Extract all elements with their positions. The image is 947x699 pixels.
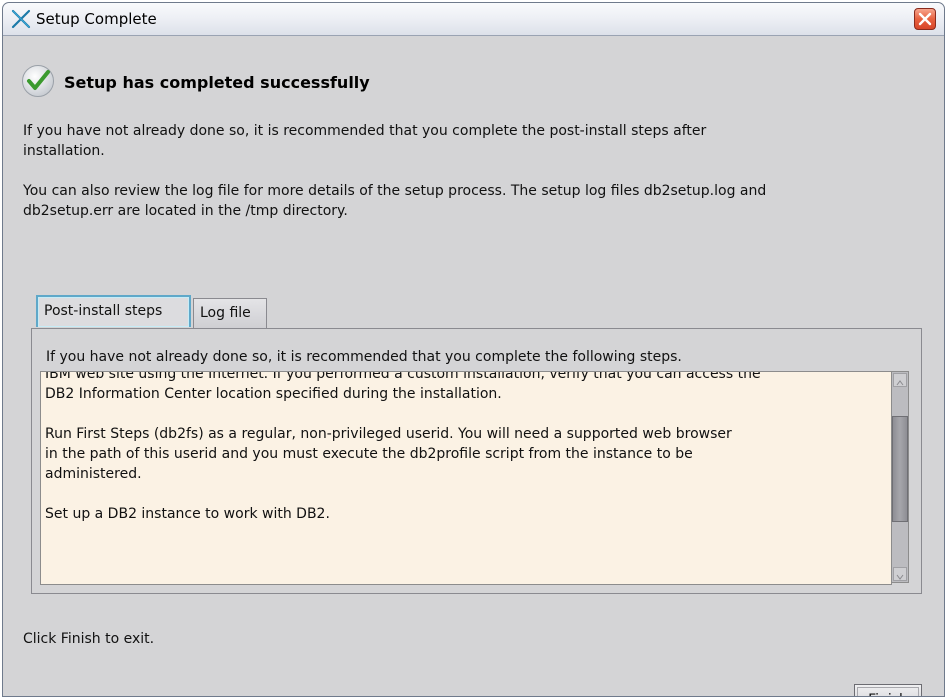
scroll-down-button[interactable] bbox=[893, 567, 907, 581]
intro-line-4: db2setup.err are located in the /tmp dir… bbox=[23, 203, 348, 219]
tab-log-file[interactable]: Log file bbox=[193, 298, 267, 328]
intro-line-2: installation. bbox=[23, 143, 105, 159]
window-title: Setup Complete bbox=[36, 10, 157, 28]
dialog-content: Setup has completed successfully If you … bbox=[3, 36, 944, 696]
panel-intro-text: If you have not already done so, it is r… bbox=[46, 349, 682, 365]
arrow-down-icon bbox=[896, 574, 904, 580]
scroll-up-button[interactable] bbox=[893, 373, 907, 387]
text-line: IBM web site using the Internet. If you … bbox=[45, 371, 761, 382]
scrollbar-thumb[interactable] bbox=[892, 416, 908, 522]
close-button[interactable] bbox=[914, 8, 936, 30]
intro-line-3: You can also review the log file for mor… bbox=[23, 183, 767, 199]
post-install-steps-text[interactable]: IBM web site using the Internet. If you … bbox=[40, 371, 892, 585]
vertical-scrollbar[interactable] bbox=[891, 371, 909, 583]
text-line: in the path of this userid and you must … bbox=[45, 446, 693, 462]
text-line: DB2 Information Center location specifie… bbox=[45, 386, 502, 402]
finish-message: Click Finish to exit. bbox=[23, 631, 155, 647]
page-title: Setup has completed successfully bbox=[64, 73, 370, 92]
text-line: Set up a DB2 instance to work with DB2. bbox=[45, 506, 330, 522]
text-line: Run First Steps (db2fs) as a regular, no… bbox=[45, 426, 732, 442]
tab-panel: If you have not already done so, it is r… bbox=[31, 328, 922, 594]
intro-line-1: If you have not already done so, it is r… bbox=[23, 123, 707, 139]
x-logo-icon bbox=[11, 9, 31, 29]
finish-label: inish bbox=[875, 692, 908, 696]
tab-post-install-steps[interactable]: Post-install steps bbox=[36, 295, 191, 327]
arrow-up-icon bbox=[896, 380, 904, 386]
text-line: administered. bbox=[45, 466, 142, 482]
title-bar[interactable]: Setup Complete bbox=[3, 3, 944, 36]
finish-button[interactable]: Finish bbox=[854, 684, 922, 696]
setup-complete-window: Setup Complete Setup has completed succe… bbox=[2, 2, 945, 697]
checkmark-icon bbox=[21, 64, 55, 98]
close-icon bbox=[918, 12, 932, 26]
